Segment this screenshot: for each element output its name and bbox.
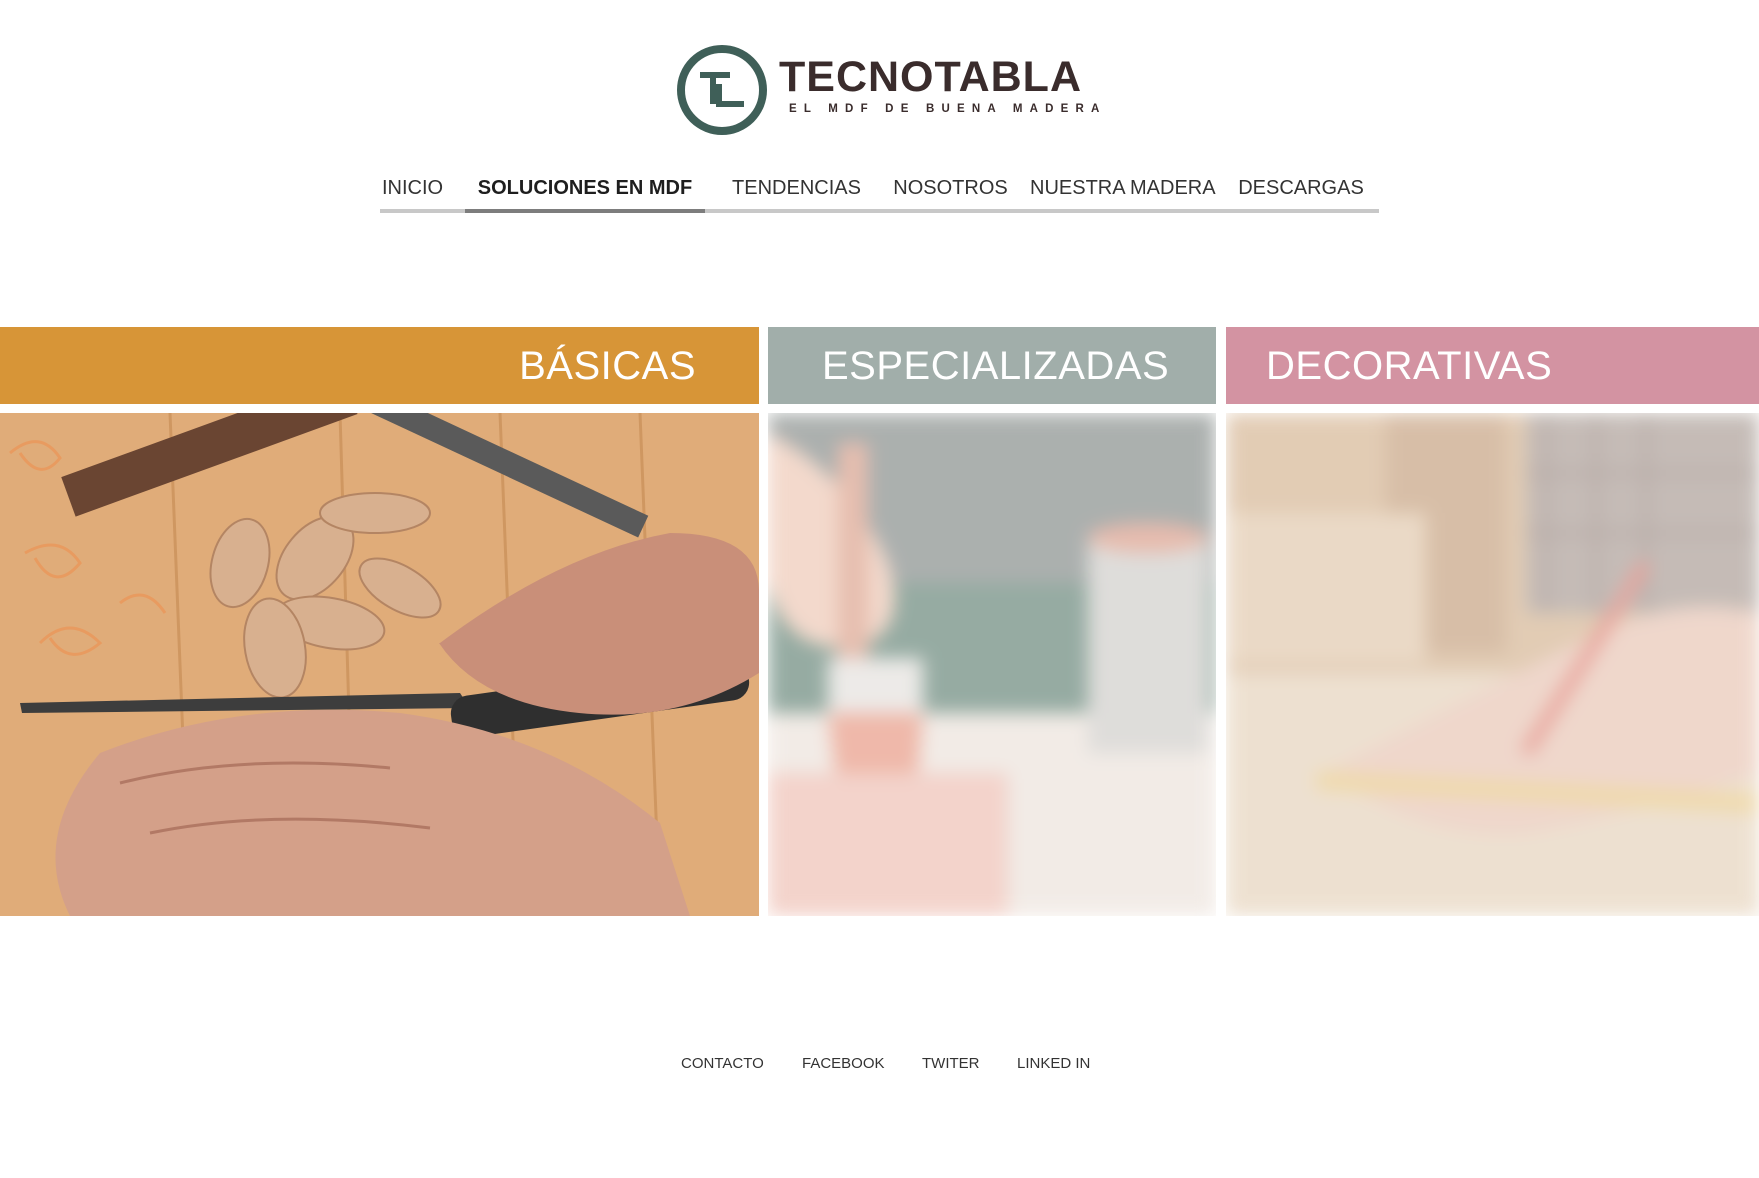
footer-link-contacto[interactable]: CONTACTO bbox=[681, 1055, 764, 1072]
woodworking-photo bbox=[0, 413, 759, 916]
painting-photo bbox=[768, 413, 1216, 916]
footer-link-twiter[interactable]: TWITER bbox=[922, 1055, 980, 1072]
category-image-especializadas bbox=[768, 413, 1216, 916]
nav-item-soluciones-en-mdf[interactable]: SOLUCIONES EN MDF bbox=[465, 168, 705, 213]
nav-item-tendencias[interactable]: TENDENCIAS bbox=[719, 168, 874, 213]
category-header-basicas: BÁSICAS bbox=[0, 327, 759, 404]
footer-link-facebook[interactable]: FACEBOOK bbox=[802, 1055, 885, 1072]
category-header-decorativas: DECORATIVAS bbox=[1226, 327, 1759, 404]
nav-item-nosotros[interactable]: NOSOTROS bbox=[880, 168, 1021, 213]
category-decorativas[interactable]: DECORATIVAS bbox=[1226, 327, 1759, 916]
category-header-especializadas: ESPECIALIZADAS bbox=[768, 327, 1216, 404]
footer: CONTACTO FACEBOOK TWITER LINKED IN bbox=[0, 1055, 1759, 1075]
brand-logo[interactable]: TECNOTABLA EL MDF DE BUENA MADERA bbox=[676, 44, 1099, 136]
nav-item-inicio[interactable]: INICIO bbox=[380, 168, 445, 213]
main-nav: INICIO SOLUCIONES EN MDF TENDENCIAS NOSO… bbox=[380, 168, 1379, 213]
category-basicas[interactable]: BÁSICAS bbox=[0, 327, 759, 916]
tl-ring-logo-icon bbox=[677, 45, 767, 135]
category-image-decorativas bbox=[1226, 413, 1759, 916]
category-image-basicas bbox=[0, 413, 759, 916]
nav-item-descargas[interactable]: DESCARGAS bbox=[1226, 168, 1376, 213]
measuring-photo bbox=[1226, 413, 1759, 916]
brand-title: TECNOTABLA bbox=[779, 53, 1083, 101]
nav-item-nuestra-madera[interactable]: NUESTRA MADERA bbox=[1030, 168, 1216, 213]
brand-tagline: EL MDF DE BUENA MADERA bbox=[789, 103, 1107, 115]
category-especializadas[interactable]: ESPECIALIZADAS bbox=[768, 327, 1216, 916]
footer-link-linked-in[interactable]: LINKED IN bbox=[1017, 1055, 1090, 1072]
